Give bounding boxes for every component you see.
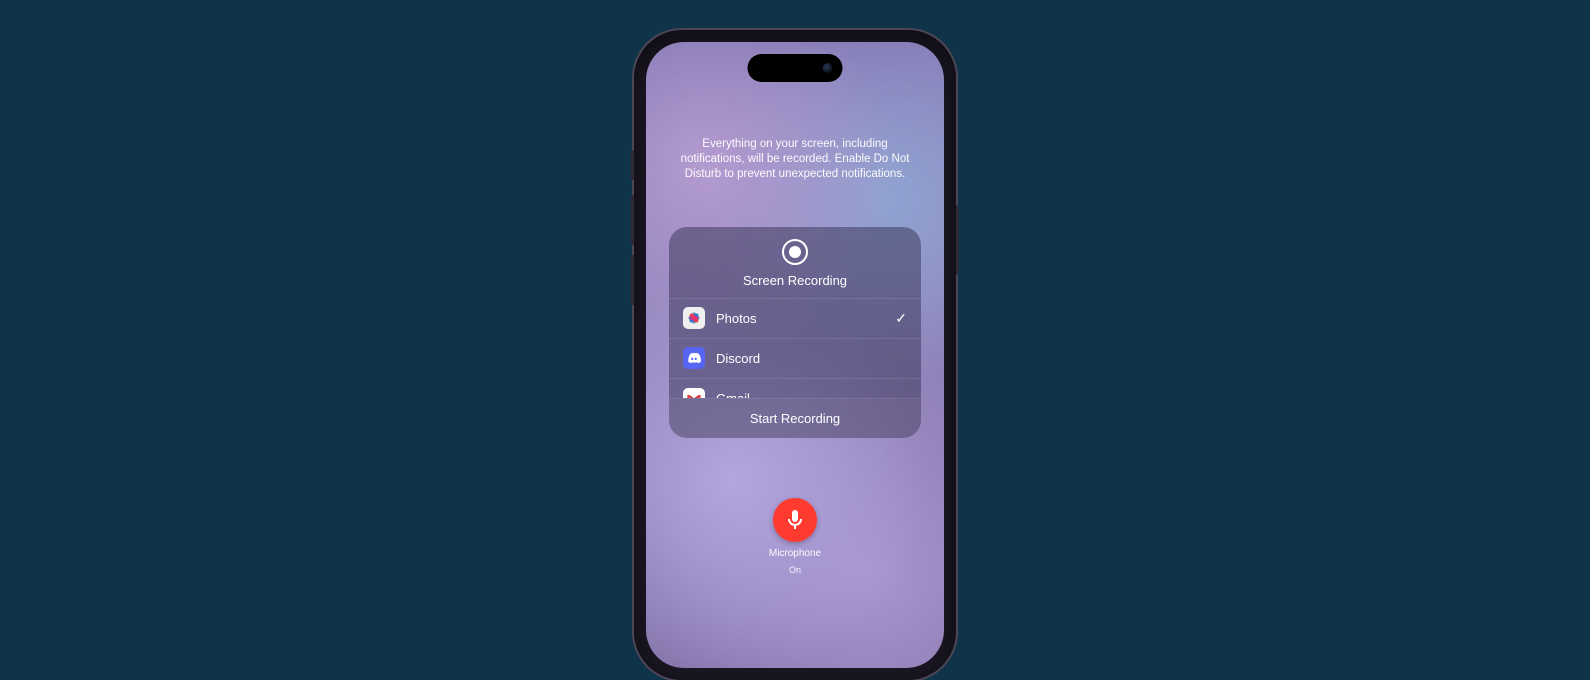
start-recording-button[interactable]: Start Recording xyxy=(669,398,921,438)
destination-discord[interactable]: Discord xyxy=(669,339,921,379)
microphone-label: Microphone xyxy=(769,548,821,559)
destination-label: Discord xyxy=(716,351,907,366)
recording-disclaimer-text: Everything on your screen, including not… xyxy=(678,137,913,182)
destination-label: Photos xyxy=(716,311,884,326)
destination-label: Gmail xyxy=(716,391,907,398)
screen-content: Everything on your screen, including not… xyxy=(646,42,944,668)
panel-title: Screen Recording xyxy=(743,273,847,288)
microphone-area: Microphone On xyxy=(769,498,821,575)
microphone-toggle-button[interactable] xyxy=(773,498,817,542)
destination-gmail[interactable]: Gmail xyxy=(669,379,921,398)
panel-header: Screen Recording xyxy=(669,227,921,298)
screen-recording-panel: Screen Recording xyxy=(669,227,921,438)
side-button-mute[interactable] xyxy=(631,150,634,180)
destination-photos[interactable]: Photos ✓ xyxy=(669,299,921,339)
photos-app-icon xyxy=(683,307,705,329)
gmail-app-icon xyxy=(683,388,705,398)
start-recording-label: Start Recording xyxy=(750,411,840,426)
side-button-volume-up[interactable] xyxy=(631,195,634,245)
side-button-power[interactable] xyxy=(956,205,959,275)
microphone-state: On xyxy=(789,565,801,575)
phone-screen: Everything on your screen, including not… xyxy=(646,42,944,668)
microphone-icon xyxy=(787,510,803,530)
record-icon xyxy=(782,239,808,265)
dynamic-island xyxy=(748,54,843,82)
checkmark-icon: ✓ xyxy=(895,310,907,327)
side-button-volume-down[interactable] xyxy=(631,255,634,305)
front-camera-icon xyxy=(823,63,833,73)
discord-app-icon xyxy=(683,347,705,369)
destination-list[interactable]: Photos ✓ Discord xyxy=(669,298,921,398)
phone-frame: Everything on your screen, including not… xyxy=(634,30,956,680)
